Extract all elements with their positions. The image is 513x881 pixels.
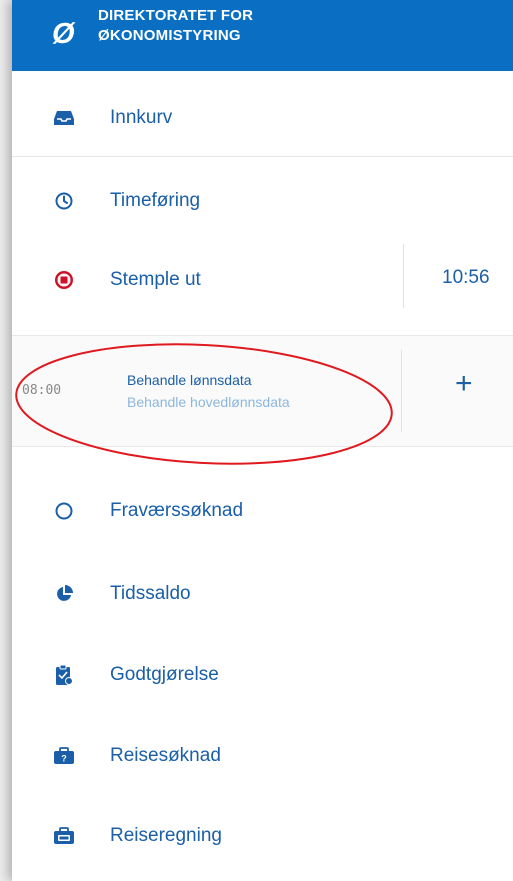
- vertical-divider: [401, 350, 402, 432]
- briefcase-kr-icon: [54, 826, 74, 846]
- vertical-divider: [403, 244, 404, 308]
- menu-item-timesheet[interactable]: Timeføring: [12, 176, 513, 226]
- menu-item-travel-application[interactable]: ? Reisesøknad: [12, 731, 513, 781]
- time-entry-row[interactable]: 08:00 Behandle lønnsdata Behandle hovedl…: [12, 335, 513, 447]
- app-header: Ø DIREKTORATET FOR ØKONOMISTYRING: [12, 0, 513, 71]
- svg-text:?: ?: [61, 754, 67, 764]
- circle-outline-icon: [54, 501, 74, 521]
- menu-item-compensation-label: Godtgjørelse: [110, 664, 219, 685]
- menu-item-time-balance[interactable]: Tidssaldo: [12, 569, 513, 619]
- stop-record-icon: [54, 270, 74, 290]
- add-entry-button[interactable]: +: [455, 369, 473, 399]
- briefcase-question-icon: ?: [54, 746, 74, 766]
- divider: [12, 156, 513, 157]
- menu-item-inbox[interactable]: Innkurv: [12, 93, 513, 143]
- stamp-out-label: Stemple ut: [110, 269, 201, 290]
- menu-item-absence-label: Fraværssøknad: [110, 500, 244, 521]
- menu-item-inbox-label: Innkurv: [110, 107, 173, 128]
- menu-item-travel-expense[interactable]: Reiseregning: [12, 811, 513, 861]
- dfo-logo: Ø: [52, 18, 75, 50]
- menu-item-absence[interactable]: Fraværssøknad: [12, 486, 513, 536]
- stamp-out-button[interactable]: Stemple ut: [12, 255, 402, 305]
- menu-item-travel-expense-label: Reiseregning: [110, 825, 222, 846]
- entry-start-time: 08:00: [22, 383, 62, 398]
- current-time: 10:56: [442, 267, 490, 288]
- entry-title: Behandle lønnsdata: [127, 372, 252, 388]
- org-name-line-2: ØKONOMISTYRING: [98, 27, 241, 44]
- organization-name: DIREKTORATET FOR ØKONOMISTYRING: [98, 6, 253, 46]
- pie-chart-icon: [54, 584, 74, 604]
- menu-item-time-balance-label: Tidssaldo: [110, 583, 191, 604]
- menu-item-timesheet-label: Timeføring: [110, 190, 201, 211]
- org-name-line-1: DIREKTORATET FOR: [98, 7, 254, 24]
- entry-subtitle: Behandle hovedlønnsdata: [127, 394, 290, 410]
- clipboard-icon: [54, 664, 74, 685]
- menu-item-travel-application-label: Reisesøknad: [110, 745, 221, 766]
- clock-icon: [54, 191, 74, 211]
- inbox-icon: [54, 108, 74, 128]
- side-menu-panel: Ø DIREKTORATET FOR ØKONOMISTYRING Innkur…: [12, 0, 513, 881]
- menu-item-compensation[interactable]: Godtgjørelse: [12, 650, 513, 700]
